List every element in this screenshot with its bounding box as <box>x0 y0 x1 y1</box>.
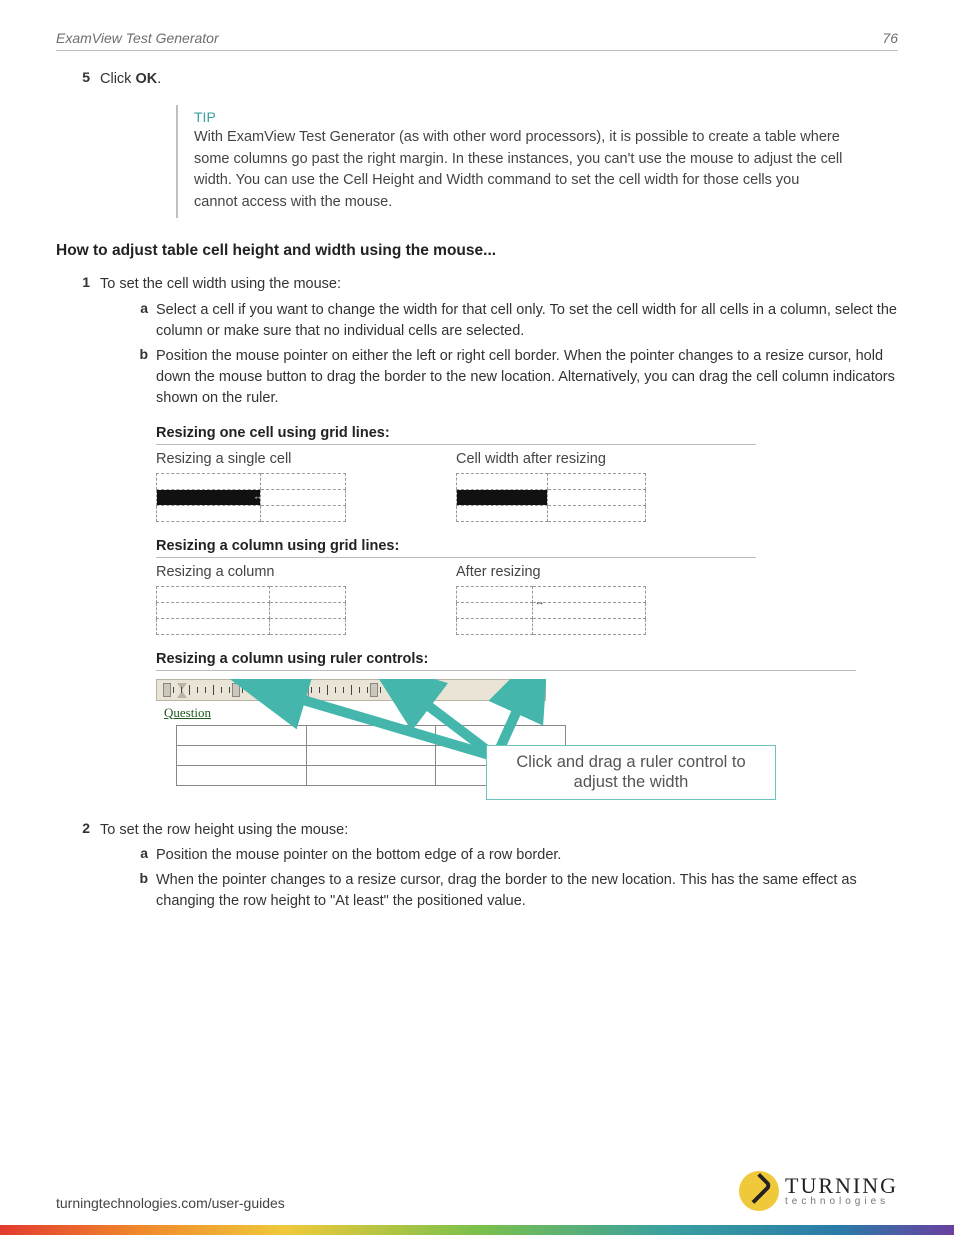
ruler-figure: Question Click and drag a ruler control … <box>156 679 856 786</box>
step-2-body: To set the row height using the mouse: <box>100 820 898 842</box>
footer-url: turningtechnologies.com/user-guides <box>56 1195 285 1211</box>
page-footer: turningtechnologies.com/user-guides TURN… <box>56 1171 898 1211</box>
step-1a: a Select a cell if you want to change th… <box>56 300 898 342</box>
figure1-left-table: ↔ <box>156 473 346 522</box>
callout-box: Click and drag a ruler control to adjust… <box>486 745 776 800</box>
figure3-heading: Resizing a column using ruler controls: <box>156 651 856 671</box>
brand-name-bottom: technologies <box>785 1197 898 1207</box>
ruler-column-marker-icon <box>232 683 240 697</box>
header-title: ExamView Test Generator <box>56 30 219 46</box>
step-2b-body: When the pointer changes to a resize cur… <box>156 870 898 912</box>
step-1: 1 To set the cell width using the mouse: <box>56 274 898 296</box>
step-1a-body: Select a cell if you want to change the … <box>156 300 898 342</box>
step-5-body: Click OK. <box>100 69 898 91</box>
step-5: 5 Click OK. <box>56 69 898 91</box>
step-2b-letter: b <box>134 870 156 912</box>
tip-label: TIP <box>194 109 844 125</box>
step-1b: b Position the mouse pointer on either t… <box>56 346 898 409</box>
step-2a: a Position the mouse pointer on the bott… <box>56 845 898 866</box>
figure1-heading: Resizing one cell using grid lines: <box>156 425 756 445</box>
brand-logo-icon <box>739 1171 779 1211</box>
brand-logo: TURNING technologies <box>739 1171 898 1211</box>
tip-text: With ExamView Test Generator (as with ot… <box>194 127 844 214</box>
figure-resizing-column: Resizing a column using grid lines: Resi… <box>156 538 756 635</box>
brand-name-top: TURNING <box>785 1176 898 1197</box>
step-2a-body: Position the mouse pointer on the bottom… <box>156 845 898 866</box>
resize-cursor-icon: ↔ <box>535 597 545 608</box>
figure1-right-caption: Cell width after resizing <box>456 451 756 467</box>
step-5-pre: Click <box>100 71 135 87</box>
figure-resizing-one-cell: Resizing one cell using grid lines: Resi… <box>156 425 756 522</box>
figure2-left-caption: Resizing a column <box>156 564 456 580</box>
step-2b: b When the pointer changes to a resize c… <box>56 870 898 912</box>
page-number: 76 <box>882 30 898 46</box>
step-5-bold: OK <box>135 71 157 87</box>
figure1-right-table <box>456 473 646 522</box>
step-1-body: To set the cell width using the mouse: <box>100 274 898 296</box>
figure2-left-table <box>156 586 346 635</box>
section-heading: How to adjust table cell height and widt… <box>56 242 898 260</box>
page-header: ExamView Test Generator 76 <box>56 30 898 51</box>
step-1b-letter: b <box>134 346 156 409</box>
step-2a-letter: a <box>134 845 156 866</box>
step-5-post: . <box>157 71 161 87</box>
figure2-heading: Resizing a column using grid lines: <box>156 538 756 558</box>
step-number-2: 2 <box>56 820 100 842</box>
step-number-1: 1 <box>56 274 100 296</box>
figure1-left-caption: Resizing a single cell <box>156 451 456 467</box>
tip-block: TIP With ExamView Test Generator (as wit… <box>176 105 856 218</box>
ruler-column-marker-icon <box>370 683 378 697</box>
step-1a-letter: a <box>134 300 156 342</box>
resize-cursor-icon: ↔ <box>253 492 263 503</box>
figure2-right-caption: After resizing <box>456 564 756 580</box>
footer-gradient-bar <box>0 1225 954 1235</box>
ruler-column-marker-icon <box>301 683 309 697</box>
figure2-right-table: ↔ <box>456 586 646 635</box>
question-label: Question <box>164 705 856 721</box>
figure-resizing-ruler: Resizing a column using ruler controls: … <box>156 651 856 786</box>
step-number-5: 5 <box>56 69 100 91</box>
step-2: 2 To set the row height using the mouse: <box>56 820 898 842</box>
ruler-column-marker-icon <box>163 683 171 697</box>
step-1b-body: Position the mouse pointer on either the… <box>156 346 898 409</box>
ruler-bar <box>156 679 546 701</box>
